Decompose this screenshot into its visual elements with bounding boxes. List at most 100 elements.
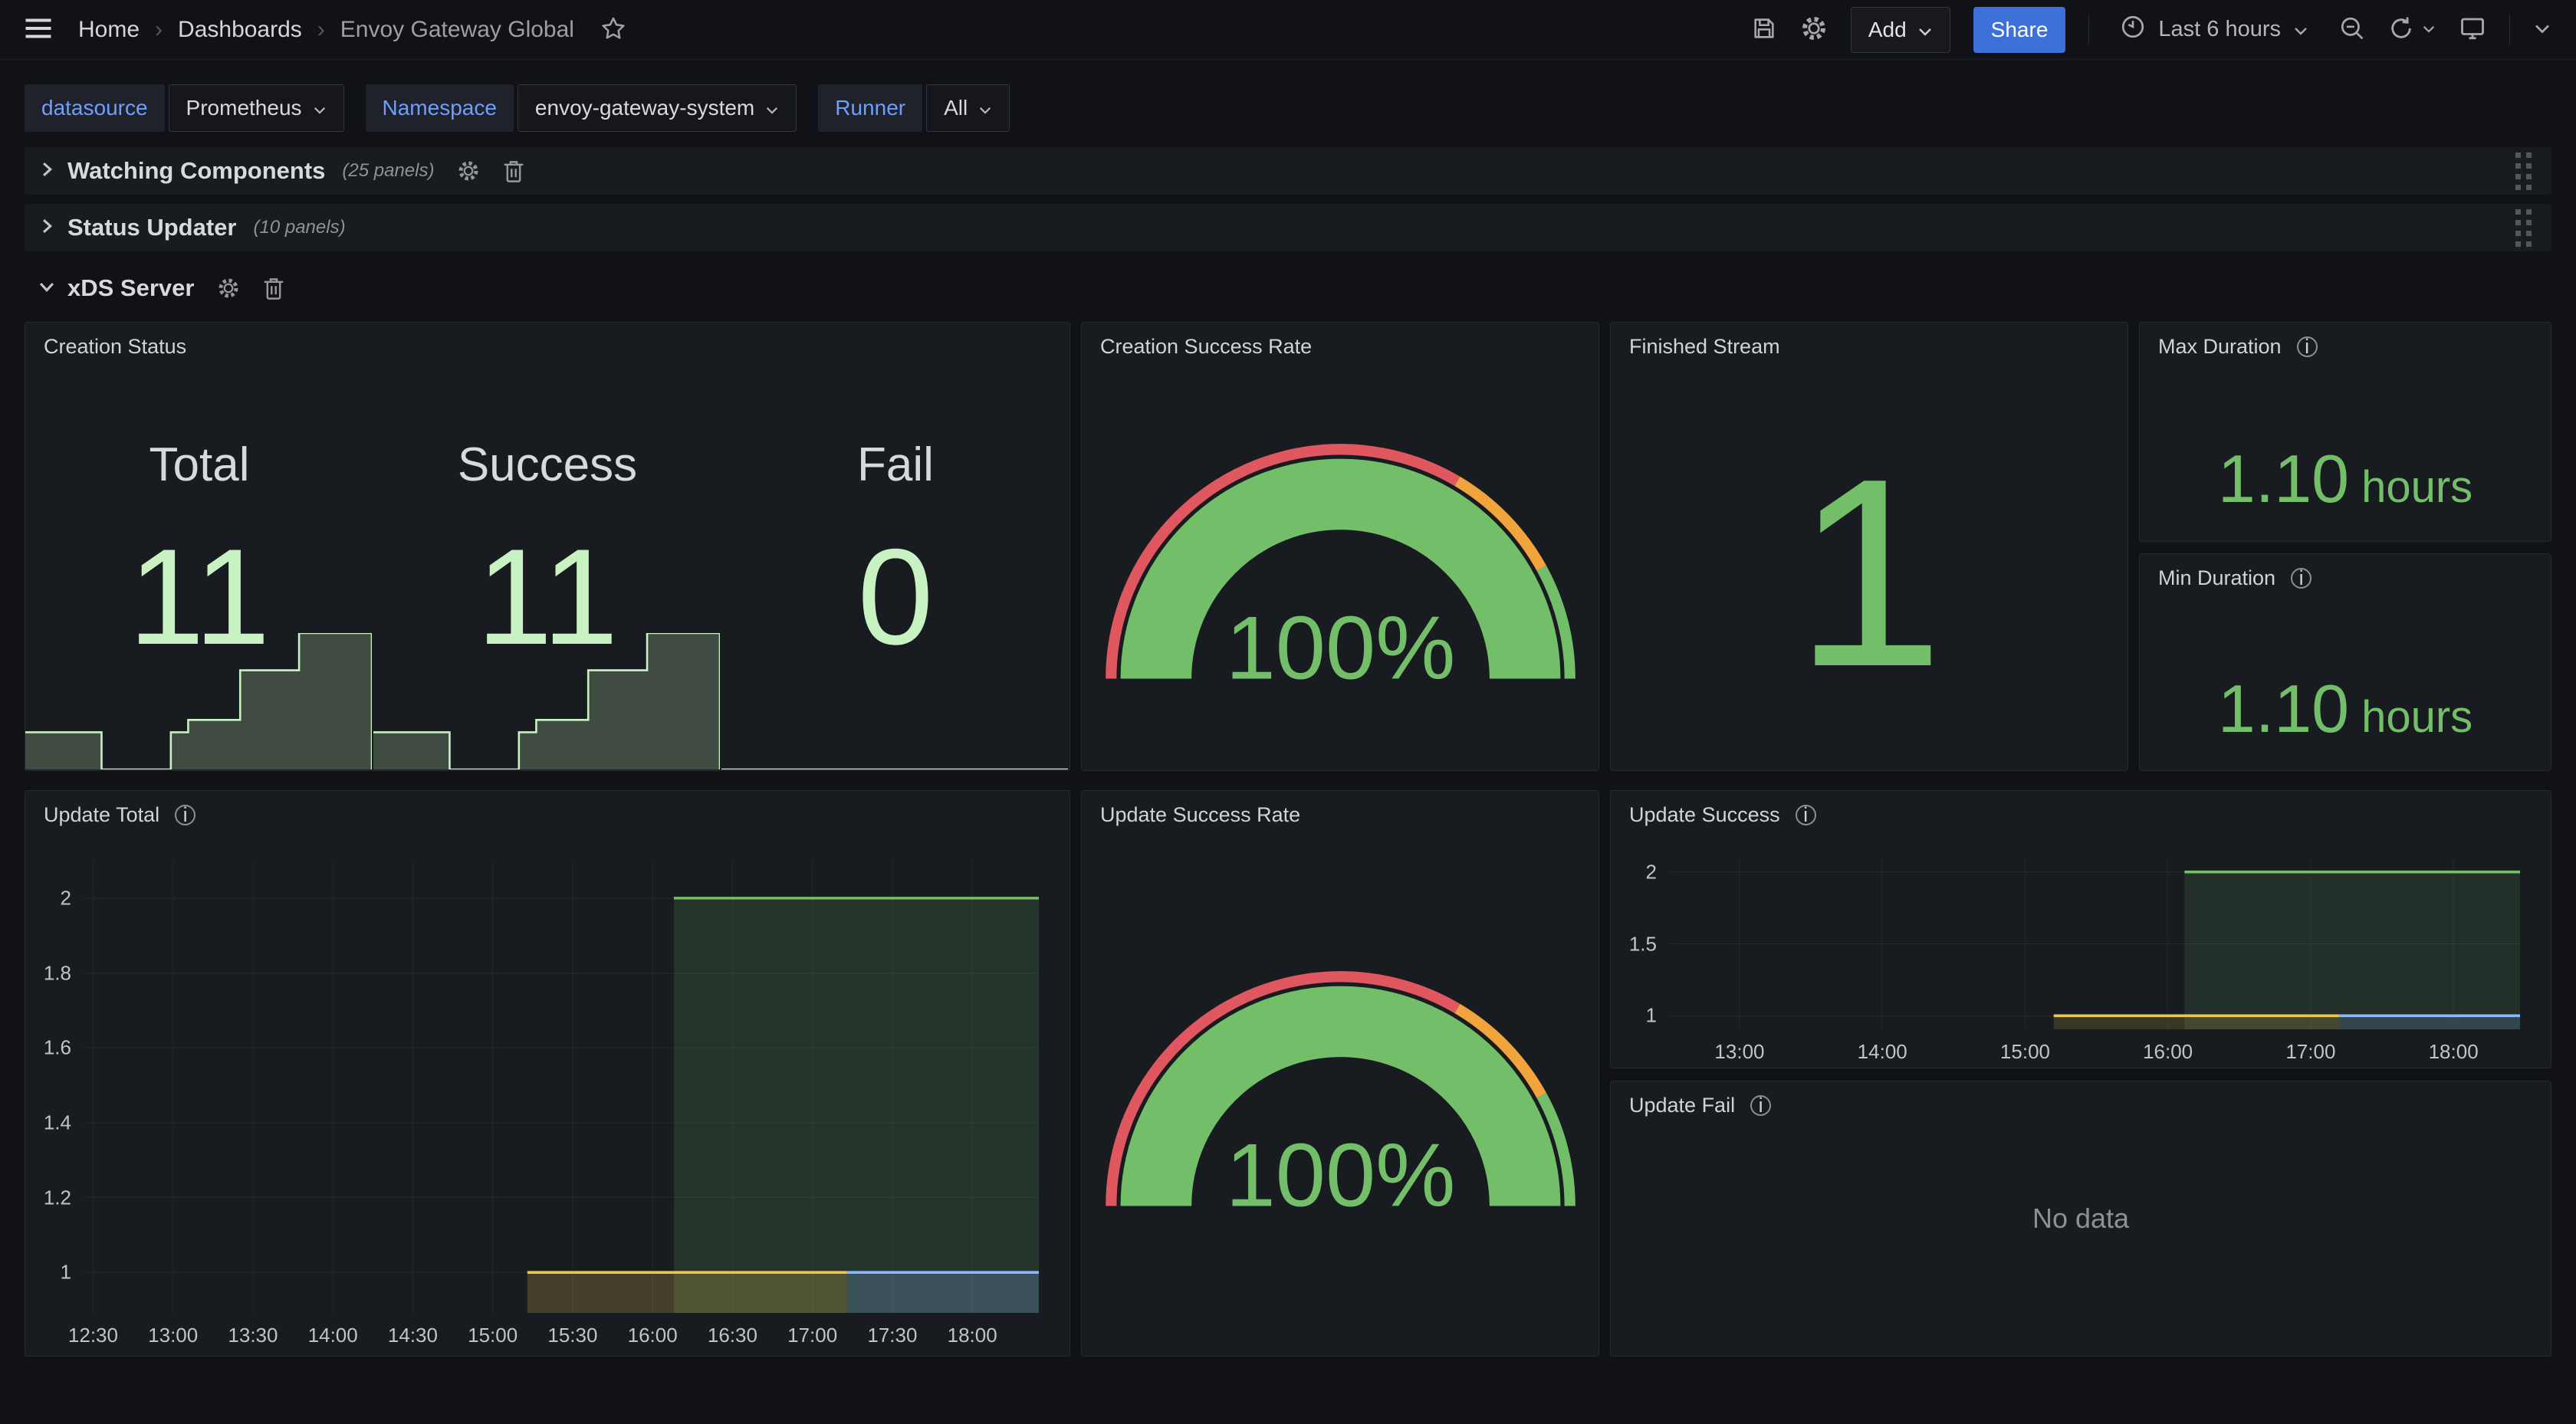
y-axis-tick-label: 1 [61,1261,71,1285]
y-axis-tick-label: 2 [1646,860,1657,884]
panel-creation-status[interactable]: Creation Status Total 11 Success 11 Fail… [25,322,1070,771]
panel-title-text: Min Duration [2158,566,2275,590]
datasource-select[interactable]: Prometheus [169,84,344,132]
panel-header[interactable]: Update Total [44,803,196,827]
panel-creation-success-rate[interactable]: Creation Success Rate 100% [1081,322,1599,771]
x-axis-tick-label: 17:00 [787,1324,837,1347]
panel-finished-stream[interactable]: Finished Stream 1 [1610,322,2128,771]
row-watching-components[interactable]: Watching Components (25 panels) [25,147,2551,195]
info-icon[interactable] [2291,568,2312,589]
panel-header[interactable]: Update Fail [1629,1094,1771,1117]
stat-value: 1 [1795,439,1944,707]
panel-header[interactable]: Finished Stream [1629,335,1780,359]
row-drag-handle[interactable] [2515,209,2532,247]
chevron-down-icon [2533,22,2551,37]
namespace-value: envoy-gateway-system [535,96,754,120]
info-icon[interactable] [1796,805,1816,825]
row-drag-handle[interactable] [2515,153,2532,190]
time-range-picker[interactable]: Last 6 hours [2112,7,2316,53]
info-icon[interactable] [175,805,196,825]
stat-fail: Fail 0 [721,323,1070,770]
info-icon[interactable] [1750,1095,1771,1116]
navbar-left: Home › Dashboards › Envoy Gateway Global [25,15,626,44]
panel-title-text: Update Success Rate [1100,803,1300,827]
row-settings-button[interactable] [217,277,240,300]
panel-update-success[interactable]: Update Success 11.5213:0014:0015:0016:00… [1610,790,2551,1068]
panel-min-duration[interactable]: Min Duration 1.10 hours [2139,553,2551,771]
gauge-update-success-rate: 100% [1103,845,1577,1337]
runner-select[interactable]: All [926,84,1010,132]
x-axis-tick-label: 17:00 [2285,1040,2335,1064]
y-axis-tick-label: 1.8 [44,961,71,985]
chevron-down-icon [313,96,327,120]
runner-label: Runner [818,84,922,132]
breadcrumb-current-dashboard[interactable]: Envoy Gateway Global [340,17,574,43]
x-axis-tick-label: 12:30 [68,1324,118,1347]
zoom-out-icon [2339,15,2365,44]
stat-value: 1.10 [2218,445,2349,513]
y-axis-tick-label: 1.4 [44,1111,71,1134]
monitor-icon [2459,15,2486,44]
panel-max-duration[interactable]: Max Duration 1.10 hours [2139,322,2551,542]
panel-title-text: Max Duration [2158,335,2282,359]
zoom-out-time-button[interactable] [2339,15,2365,44]
stat-value: 1.10 [2218,675,2349,743]
panel-title-text: Update Success [1629,803,1780,827]
save-dashboard-button[interactable] [1751,15,1777,44]
svg-text:100%: 100% [1225,1124,1455,1212]
panel-update-fail[interactable]: Update Fail No data [1610,1081,2551,1357]
chevron-down-icon [765,96,779,120]
add-button-label: Add [1868,18,1907,42]
chevron-right-icon [38,218,55,238]
dashboard-settings-button[interactable] [1800,15,1828,44]
info-icon[interactable] [2297,336,2318,357]
add-button[interactable]: Add [1851,7,1950,53]
panel-header[interactable]: Creation Status [44,335,186,359]
plot-area[interactable]: 11.21.41.61.8212:3013:0013:3014:0014:301… [85,861,1039,1313]
gear-icon [1800,15,1828,44]
favorite-star-button[interactable] [600,15,626,44]
namespace-label: Namespace [366,84,514,132]
breadcrumb-home[interactable]: Home [78,17,140,43]
row-delete-button[interactable] [263,277,284,300]
panel-header[interactable]: Update Success Rate [1100,803,1300,827]
namespace-select[interactable]: envoy-gateway-system [518,84,797,132]
x-axis-tick-label: 13:30 [228,1324,278,1347]
x-axis-tick-label: 15:30 [547,1324,597,1347]
row-settings-button[interactable] [457,159,480,182]
row-xds-server[interactable]: xDS Server [25,267,2551,310]
panel-header[interactable]: Update Success [1629,803,1816,827]
timeseries-update-total[interactable]: 11.21.41.61.8212:3013:0013:3014:0014:301… [44,861,1056,1350]
x-axis-tick-label: 14:30 [388,1324,438,1347]
panel-header[interactable]: Creation Success Rate [1100,335,1312,359]
datasource-value: Prometheus [186,96,302,120]
panel-update-success-rate[interactable]: Update Success Rate 100% [1081,790,1599,1357]
timeseries-update-success[interactable]: 11.5213:0014:0015:0016:0017:0018:00 [1629,858,2537,1063]
y-axis-tick-label: 1 [1646,1004,1657,1028]
panel-header[interactable]: Min Duration [2158,566,2312,590]
x-axis-tick-label: 13:00 [148,1324,198,1347]
x-axis-tick-label: 17:30 [867,1324,917,1347]
breadcrumb-dashboards[interactable]: Dashboards [178,17,302,43]
panel-title-text: Update Fail [1629,1094,1735,1117]
plot-area[interactable]: 11.5213:0014:0015:0016:0017:0018:00 [1671,858,2520,1029]
breadcrumb: Home › Dashboards › Envoy Gateway Global [78,17,574,43]
x-axis-tick-label: 13:00 [1714,1040,1764,1064]
panel-header[interactable]: Max Duration [2158,335,2318,359]
save-icon [1751,15,1777,44]
row-title: Status Updater [67,214,236,241]
grafana-dashboard: Home › Dashboards › Envoy Gateway Global [0,0,2576,1424]
y-axis-tick-label: 1.6 [44,1036,71,1060]
row-delete-button[interactable] [503,159,524,182]
variable-namespace: Namespace envoy-gateway-system [366,84,797,132]
panel-update-total[interactable]: Update Total 11.21.41.61.8212:3013:0013:… [25,790,1070,1357]
collapse-toolbar-button[interactable] [2533,22,2551,37]
share-button[interactable]: Share [1973,7,2066,53]
variable-runner: Runner All [818,84,1010,132]
chevron-down-icon [978,96,992,120]
cycle-view-mode-button[interactable] [2459,15,2486,44]
refresh-button[interactable] [2388,15,2436,44]
row-status-updater[interactable]: Status Updater (10 panels) [25,204,2551,251]
menu-toggle-button[interactable] [25,17,52,42]
stat-unit: hours [2361,695,2472,740]
